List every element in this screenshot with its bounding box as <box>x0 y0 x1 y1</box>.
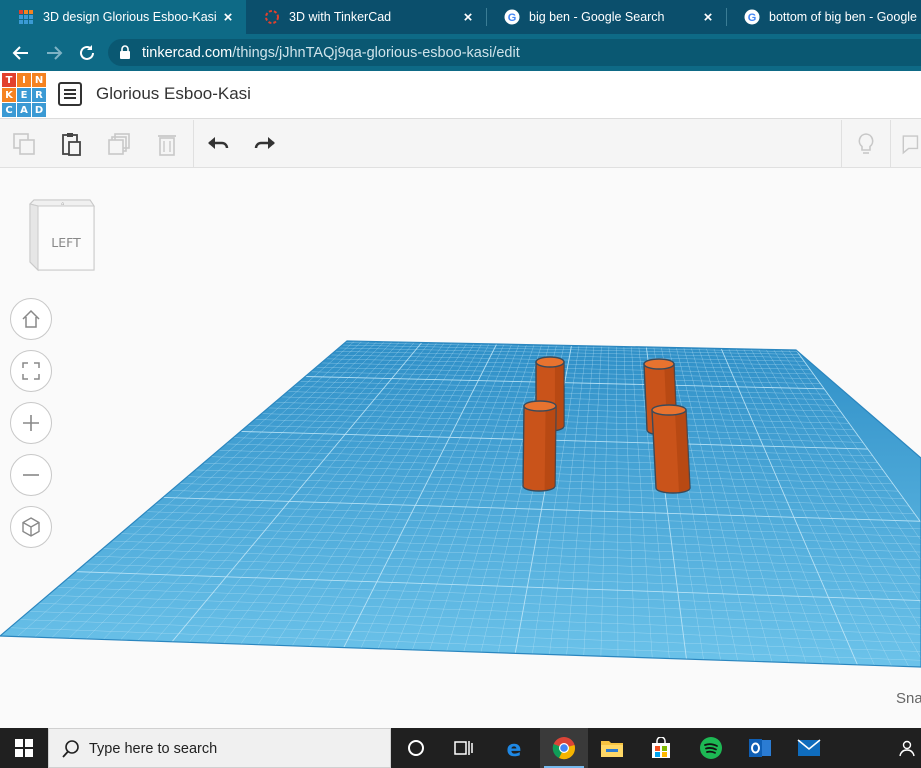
google-icon: G <box>504 9 520 25</box>
tab-title: bottom of big ben - Google Se <box>769 10 921 24</box>
svg-text:G: G <box>748 12 757 24</box>
browser-tab[interactable]: 3D with TinkerCad × <box>246 0 486 34</box>
logo-letter: N <box>32 73 46 87</box>
edge-icon[interactable]: e <box>490 728 538 768</box>
paste-icon[interactable] <box>56 129 86 159</box>
tab-close-icon[interactable]: × <box>700 9 716 26</box>
task-view-icon[interactable] <box>440 728 488 768</box>
tab-title: 3D design Glorious Esboo-Kasi | T <box>43 10 220 24</box>
back-arrow-icon[interactable] <box>9 41 33 65</box>
view-cube-face-label: LEFT <box>51 235 81 250</box>
mail-icon[interactable] <box>785 728 833 768</box>
search-icon <box>62 740 79 758</box>
tab-close-icon[interactable]: × <box>460 9 476 26</box>
logo-letter: R <box>32 88 46 102</box>
url-text: tinkercad.com/things/jJhnTAQj9qa-gloriou… <box>142 45 520 61</box>
cylinder-shape[interactable] <box>522 400 557 492</box>
copy-icon[interactable] <box>9 129 39 159</box>
tab-title: 3D with TinkerCad <box>289 10 392 24</box>
home-view-icon[interactable] <box>10 298 52 340</box>
windows-start-icon[interactable] <box>0 728 48 768</box>
zoom-in-icon[interactable] <box>10 402 52 444</box>
url-path: /things/jJhnTAQj9qa-glorious-esboo-kasi/… <box>232 45 520 61</box>
taskbar-search-box[interactable]: Type here to search <box>48 728 391 768</box>
tab-title: big ben - Google Search <box>529 10 665 24</box>
spotify-icon[interactable] <box>687 728 735 768</box>
logo-letter: A <box>17 103 31 117</box>
logo-letter: I <box>17 73 31 87</box>
lock-icon <box>120 45 130 59</box>
cylinder-shape[interactable] <box>651 404 691 494</box>
svg-text:G: G <box>508 12 517 24</box>
toolbar-divider <box>890 120 891 168</box>
browser-tab[interactable]: G big ben - Google Search × <box>486 0 726 34</box>
store-icon[interactable] <box>637 728 685 768</box>
logo-letter: T <box>2 73 16 87</box>
reload-icon[interactable] <box>75 41 99 65</box>
loading-spinner-icon <box>264 9 280 25</box>
logo-letter: E <box>17 88 31 102</box>
search-placeholder: Type here to search <box>89 741 218 757</box>
notes-icon[interactable] <box>898 129 921 159</box>
browser-tab-active[interactable]: 3D design Glorious Esboo-Kasi | T × <box>0 0 246 34</box>
logo-letter: K <box>2 88 16 102</box>
lightbulb-icon[interactable] <box>851 129 881 159</box>
fit-view-icon[interactable] <box>10 350 52 392</box>
windows-taskbar: Type here to search e <box>0 728 921 768</box>
workplane-grid[interactable] <box>0 168 921 728</box>
zoom-out-icon[interactable] <box>10 454 52 496</box>
redo-icon[interactable] <box>250 129 280 159</box>
tab-close-icon[interactable]: × <box>220 9 236 26</box>
tinkercad-favicon <box>18 9 34 25</box>
svg-text:⌂: ⌂ <box>61 201 64 207</box>
snap-grid-label[interactable]: Sna <box>896 690 921 707</box>
file-explorer-icon[interactable] <box>588 728 636 768</box>
design-title[interactable]: Glorious Esboo-Kasi <box>96 84 251 104</box>
view-cube[interactable]: ⌂ LEFT <box>28 198 98 274</box>
url-domain: tinkercad.com <box>142 45 233 61</box>
logo-letter: D <box>32 103 46 117</box>
cortana-icon[interactable] <box>392 728 440 768</box>
toolbar-divider <box>841 120 842 168</box>
people-icon[interactable] <box>890 728 921 768</box>
edit-toolbar <box>0 120 921 168</box>
duplicate-icon[interactable] <box>104 129 134 159</box>
browser-tab-strip: 3D design Glorious Esboo-Kasi | T × 3D w… <box>0 0 921 34</box>
google-icon: G <box>744 9 760 25</box>
delete-icon[interactable] <box>152 129 182 159</box>
chrome-icon[interactable] <box>540 728 588 768</box>
outlook-icon[interactable] <box>736 728 784 768</box>
browser-toolbar: tinkercad.com/things/jJhnTAQj9qa-gloriou… <box>0 34 921 71</box>
svg-text:e: e <box>507 737 522 760</box>
workplane-area[interactable]: ⌂ LEFT Sna <box>0 168 921 728</box>
ortho-view-icon[interactable] <box>10 506 52 548</box>
tinkercad-logo[interactable]: TIN KER CAD <box>2 73 46 117</box>
app-header: TIN KER CAD Glorious Esboo-Kasi <box>0 71 921 119</box>
design-list-icon[interactable] <box>58 82 82 106</box>
browser-tab[interactable]: G bottom of big ben - Google Se <box>726 0 921 34</box>
address-bar[interactable]: tinkercad.com/things/jJhnTAQj9qa-gloriou… <box>108 39 921 66</box>
forward-arrow-icon[interactable] <box>42 41 66 65</box>
toolbar-divider <box>193 120 194 168</box>
undo-icon[interactable] <box>203 129 233 159</box>
logo-letter: C <box>2 103 16 117</box>
